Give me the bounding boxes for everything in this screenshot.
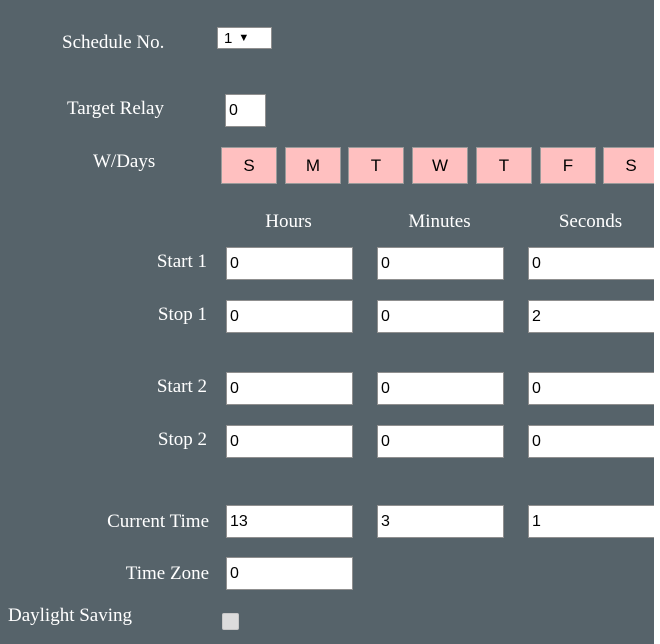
time-zone-input[interactable] xyxy=(226,557,353,590)
schedule-no-value: 1 xyxy=(224,29,233,47)
daylight-saving-label: Daylight Saving xyxy=(8,605,133,626)
day-button-sunday[interactable]: S xyxy=(221,147,277,184)
start2-seconds-input[interactable] xyxy=(528,372,655,405)
weekdays-label: W/Days xyxy=(93,151,156,172)
start1-label: Start 1 xyxy=(156,251,207,272)
stop2-minutes-input[interactable] xyxy=(377,425,504,458)
stop1-seconds-input[interactable] xyxy=(528,300,655,333)
day-button-monday[interactable]: M xyxy=(285,147,341,184)
stop1-minutes-input[interactable] xyxy=(377,300,504,333)
dropdown-arrow-icon: ▼ xyxy=(238,32,250,44)
start2-minutes-input[interactable] xyxy=(377,372,504,405)
stop2-label: Stop 2 xyxy=(157,429,207,450)
stop1-hours-input[interactable] xyxy=(226,300,353,333)
day-button-friday[interactable]: F xyxy=(540,147,596,184)
schedule-no-select[interactable]: 1 ▼ xyxy=(217,27,272,49)
day-button-tuesday[interactable]: T xyxy=(348,147,404,184)
stop2-seconds-input[interactable] xyxy=(528,425,655,458)
current-time-minutes-input[interactable] xyxy=(377,505,504,538)
start1-minutes-input[interactable] xyxy=(377,247,504,280)
day-button-thursday[interactable]: T xyxy=(476,147,532,184)
start1-seconds-input[interactable] xyxy=(528,247,655,280)
start1-hours-input[interactable] xyxy=(226,247,353,280)
stop2-hours-input[interactable] xyxy=(226,425,353,458)
start2-label: Start 2 xyxy=(156,376,207,397)
time-zone-label: Time Zone xyxy=(125,563,209,584)
target-relay-input[interactable] xyxy=(225,94,266,127)
schedule-no-label: Schedule No. xyxy=(62,32,165,53)
current-time-seconds-input[interactable] xyxy=(528,505,655,538)
stop1-label: Stop 1 xyxy=(157,304,207,325)
daylight-saving-checkbox[interactable] xyxy=(222,613,239,630)
seconds-column-header: Seconds xyxy=(558,211,623,232)
day-button-saturday[interactable]: S xyxy=(603,147,659,184)
minutes-column-header: Minutes xyxy=(408,211,471,232)
target-relay-label: Target Relay xyxy=(67,98,164,119)
hours-column-header: Hours xyxy=(265,211,312,232)
schedule-panel: Schedule No. 1 ▼ Target Relay W/Days S M… xyxy=(0,0,660,644)
current-time-label: Current Time xyxy=(107,511,209,532)
start2-hours-input[interactable] xyxy=(226,372,353,405)
day-button-wednesday[interactable]: W xyxy=(412,147,468,184)
current-time-hours-input[interactable] xyxy=(226,505,353,538)
